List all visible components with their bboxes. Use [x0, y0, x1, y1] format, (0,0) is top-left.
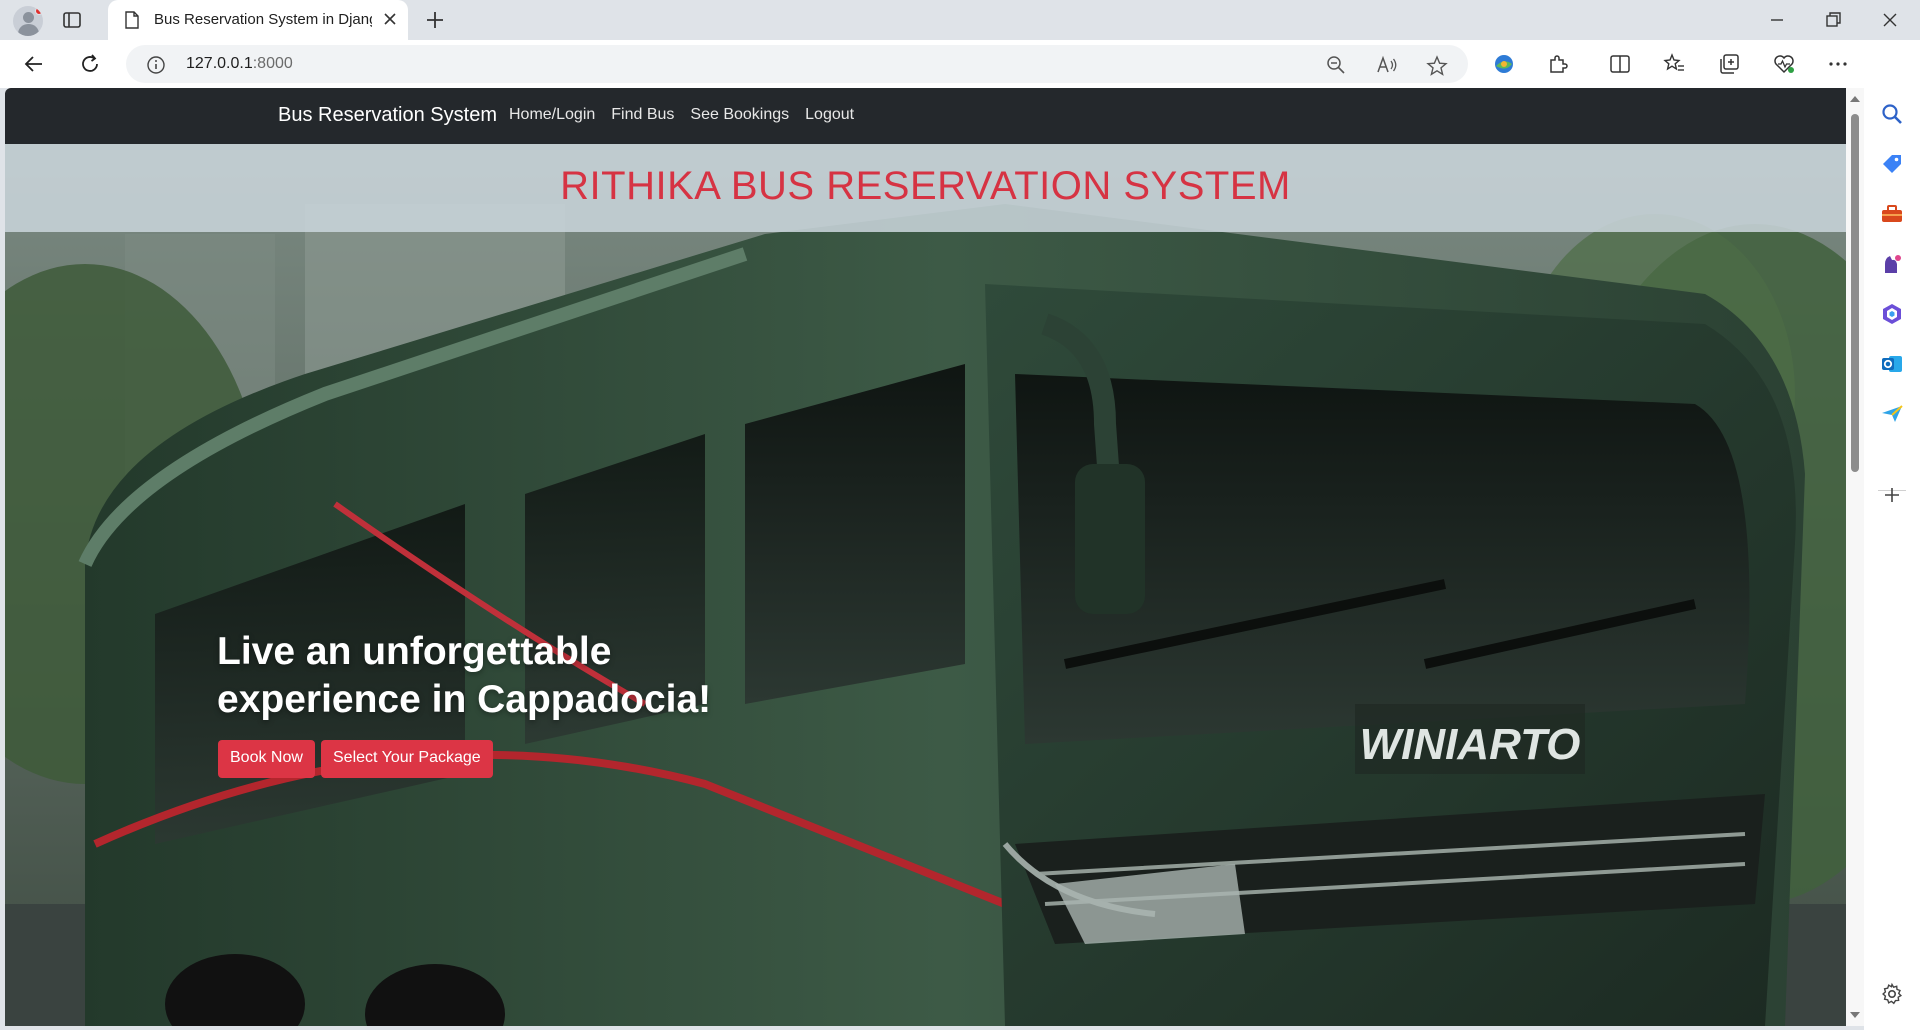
favorites-icon[interactable]	[1662, 52, 1686, 81]
url-text[interactable]: 127.0.0.1:8000	[186, 55, 293, 73]
page-scrollbar[interactable]	[1846, 88, 1864, 1026]
site-brand[interactable]: Bus Reservation System	[278, 104, 497, 127]
split-screen-icon[interactable]	[1608, 52, 1632, 81]
back-arrow-icon[interactable]	[22, 52, 46, 81]
new-tab-icon[interactable]	[424, 9, 446, 36]
close-tab-icon[interactable]	[382, 11, 398, 32]
favorite-star-icon[interactable]	[1426, 55, 1448, 82]
notification-dot	[35, 7, 43, 15]
url-host: 127.0.0.1	[186, 55, 253, 72]
book-now-button[interactable]: Book Now	[218, 740, 315, 778]
add-icon[interactable]	[1880, 483, 1904, 507]
extensions-icon[interactable]	[1546, 52, 1570, 81]
hero-headline-line2: experience in Cappadocia!	[217, 678, 712, 721]
scroll-down-arrow-icon[interactable]	[1850, 1012, 1860, 1018]
edge-sidebar	[1864, 40, 1920, 1030]
scroll-up-arrow-icon[interactable]	[1850, 96, 1860, 102]
read-aloud-icon[interactable]	[1376, 55, 1398, 80]
shopping-icon[interactable]	[1880, 152, 1904, 176]
zoom-out-icon[interactable]	[1326, 55, 1346, 80]
bus-hero-image: WINIARTO	[5, 144, 1846, 1026]
refresh-icon[interactable]	[78, 52, 102, 81]
send-icon[interactable]	[1880, 402, 1904, 426]
more-icon[interactable]	[1826, 52, 1850, 81]
hero-headline-line1: Live an unforgettable	[217, 630, 612, 673]
avatar-body	[18, 24, 39, 36]
nav-link-find-bus[interactable]: Find Bus	[611, 106, 674, 124]
url-port: :8000	[252, 55, 293, 72]
collections-icon[interactable]	[1717, 52, 1741, 81]
close-window-icon[interactable]	[1879, 9, 1901, 36]
site-info-icon[interactable]	[146, 55, 166, 80]
microsoft365-icon[interactable]	[1880, 302, 1904, 326]
hero-section: WINIARTO RITHIKA BUS RESERVATION SYSTEM …	[5, 144, 1846, 1026]
search-icon[interactable]	[1880, 102, 1904, 126]
page-icon	[124, 11, 140, 34]
site-navbar: Bus Reservation System Home/Login Find B…	[5, 88, 1846, 144]
bus-badge: WINIARTO	[1360, 720, 1581, 769]
scroll-thumb[interactable]	[1851, 114, 1859, 472]
hero-banner: RITHIKA BUS RESERVATION SYSTEM	[5, 144, 1846, 232]
page-viewport: Bus Reservation System Home/Login Find B…	[5, 88, 1846, 1026]
select-package-button[interactable]: Select Your Package	[321, 740, 493, 778]
address-bar[interactable]: 127.0.0.1:8000	[126, 45, 1468, 83]
games-icon[interactable]	[1880, 252, 1904, 276]
minimize-icon[interactable]	[1766, 9, 1788, 36]
nav-link-home-login[interactable]: Home/Login	[509, 106, 595, 124]
tab-strip: Bus Reservation System in Djang	[0, 0, 1920, 40]
avatar-head	[23, 12, 34, 23]
browser-essentials-icon[interactable]	[1772, 52, 1796, 81]
hero-headline: Live an unforgettable experience in Capp…	[217, 628, 777, 724]
active-tab[interactable]: Bus Reservation System in Djang	[108, 0, 408, 40]
tools-icon[interactable]	[1880, 202, 1904, 226]
profile-avatar[interactable]	[13, 6, 43, 36]
restore-icon[interactable]	[1822, 9, 1844, 36]
outlook-icon[interactable]	[1880, 352, 1904, 376]
hero-banner-title: RITHIKA BUS RESERVATION SYSTEM	[560, 164, 1291, 208]
address-toolbar: 127.0.0.1:8000	[0, 40, 1920, 88]
settings-icon[interactable]	[1880, 982, 1904, 1006]
copilot-app-icon[interactable]	[1492, 52, 1516, 81]
nav-links: Home/Login Find Bus See Bookings Logout	[509, 106, 854, 124]
tab-actions-icon[interactable]	[62, 10, 82, 30]
nav-link-logout[interactable]: Logout	[805, 106, 854, 124]
nav-link-see-bookings[interactable]: See Bookings	[690, 106, 789, 124]
tab-title: Bus Reservation System in Djang	[154, 11, 372, 28]
